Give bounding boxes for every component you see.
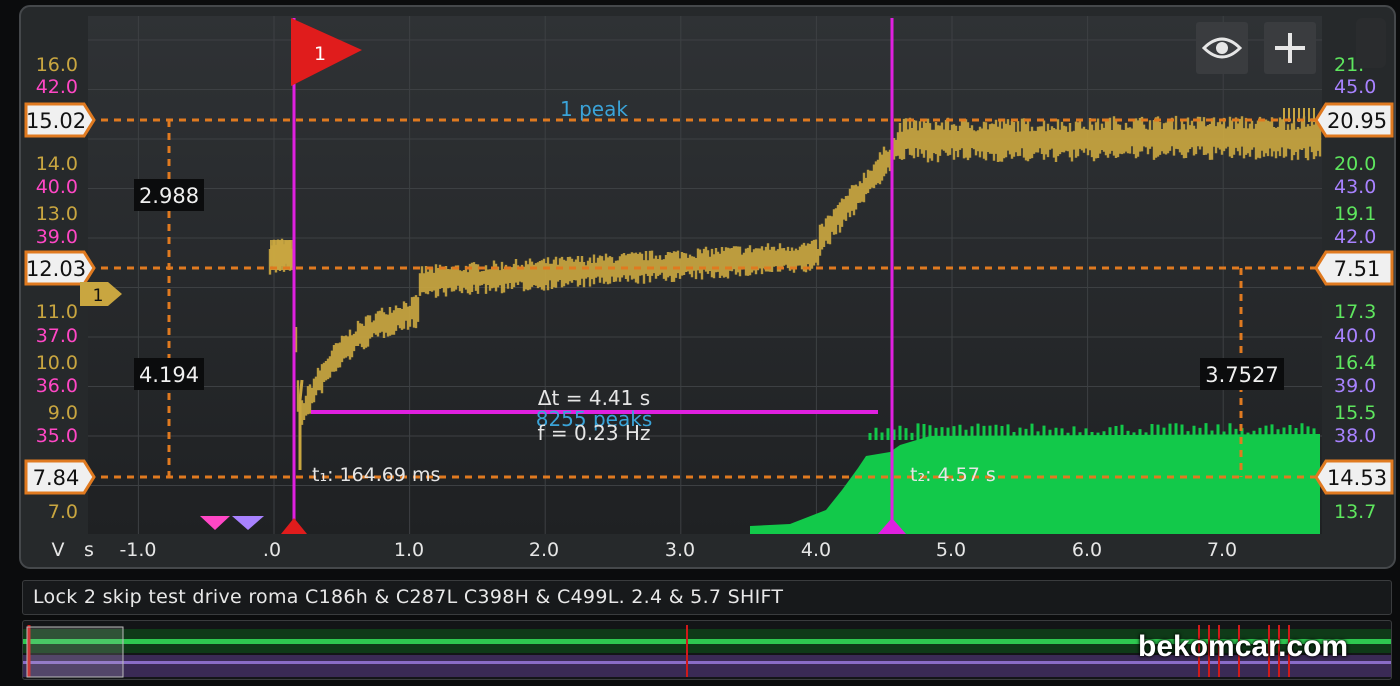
right-axis-tick: 38.0 bbox=[1334, 425, 1376, 447]
overview-viewport[interactable] bbox=[26, 626, 124, 678]
marker-left-bot: 7.84 bbox=[24, 459, 96, 495]
right-axis-tick: 17.3 bbox=[1334, 301, 1376, 323]
right-axis-tick: 13.7 bbox=[1334, 501, 1376, 523]
left-axis-tick: 7.0 bbox=[48, 501, 78, 523]
view-button[interactable] bbox=[1196, 22, 1248, 74]
x-axis-tick: 1.0 bbox=[394, 539, 424, 561]
recording-title: Lock 2 skip test drive roma C186h & C287… bbox=[33, 586, 784, 608]
right-axis-tick: 19.1 bbox=[1334, 203, 1376, 225]
right-axis-tick: 45.0 bbox=[1334, 76, 1376, 98]
waveform-plot[interactable]: 15.02 20.95 12.03 7.51 7.84 14.53 2.988 4.194 3.… bbox=[0, 0, 1400, 580]
x-axis-tick: 5.0 bbox=[936, 539, 966, 561]
x-axis-tick: 7.0 bbox=[1207, 539, 1237, 561]
x-unit-s: s bbox=[84, 539, 94, 561]
drawer-handle[interactable] bbox=[1356, 18, 1386, 68]
x-axis-tick: 3.0 bbox=[665, 539, 695, 561]
eye-icon bbox=[1202, 37, 1242, 59]
x-axis-tick: 6.0 bbox=[1072, 539, 1102, 561]
marker-value-left: 12.03 bbox=[26, 257, 86, 281]
left-axis-tick: 16.0 bbox=[36, 54, 78, 76]
t1-label: t₁: 164.69 ms bbox=[312, 464, 440, 486]
left-axis-tick: 10.0 bbox=[36, 352, 78, 374]
delta-right-value: 3.7527 bbox=[1205, 363, 1278, 387]
right-axis-tick: 43.0 bbox=[1334, 176, 1376, 198]
right-axis-tick: 16.4 bbox=[1334, 352, 1376, 374]
marker-value-right: 14.53 bbox=[1327, 466, 1387, 490]
plus-icon bbox=[1275, 33, 1305, 63]
marker-right-top: 20.95 bbox=[1314, 102, 1394, 138]
marker-left-mid: 12.03 bbox=[24, 250, 96, 286]
left-axis-tick: 9.0 bbox=[48, 402, 78, 424]
left-axis-tick: 40.0 bbox=[36, 176, 78, 198]
right-axis-tick: 40.0 bbox=[1334, 325, 1376, 347]
right-axis-tick: 20.0 bbox=[1334, 153, 1376, 175]
left-axis-tick: 39.0 bbox=[36, 226, 78, 248]
recording-title-bar: Lock 2 skip test drive roma C186h & C287… bbox=[22, 580, 1392, 615]
peak-label: 1 peak bbox=[560, 97, 628, 121]
t2-label: t₂: 4.57 s bbox=[910, 464, 996, 486]
scope-screen: 15.02 20.95 12.03 7.51 7.84 14.53 2.988 4.194 3.… bbox=[0, 0, 1400, 686]
trigger-flag-label: 1 bbox=[314, 43, 326, 65]
watermark-text: bekomcar.com bbox=[1138, 630, 1349, 663]
left-axis-tick: 42.0 bbox=[36, 76, 78, 98]
left-axis-tick: 14.0 bbox=[36, 153, 78, 175]
x-unit-left: V bbox=[52, 539, 65, 561]
marker-value-right: 7.51 bbox=[1334, 257, 1381, 281]
marker-value-left: 15.02 bbox=[26, 109, 86, 133]
add-button[interactable] bbox=[1264, 22, 1316, 74]
trace-channel-a-start bbox=[270, 240, 294, 270]
x-axis-tick: 4.0 bbox=[801, 539, 831, 561]
left-axis-tick: 37.0 bbox=[36, 325, 78, 347]
x-axis-tick: -1.0 bbox=[119, 539, 156, 561]
marker-value-left: 7.84 bbox=[33, 466, 80, 490]
right-axis-tick: 42.0 bbox=[1334, 226, 1376, 248]
left-axis-tick: 13.0 bbox=[36, 203, 78, 225]
marker-right-bot: 14.53 bbox=[1314, 459, 1394, 495]
right-axis-tick: 39.0 bbox=[1334, 375, 1376, 397]
right-axis-tick: 15.5 bbox=[1334, 402, 1376, 424]
marker-right-mid: 7.51 bbox=[1314, 250, 1394, 286]
marker-left-top: 15.02 bbox=[24, 102, 96, 138]
left-axis-tick: 36.0 bbox=[36, 375, 78, 397]
marker-value-right: 20.95 bbox=[1327, 109, 1387, 133]
delta-bottom-value: 4.194 bbox=[139, 363, 199, 387]
x-axis-tick: .0 bbox=[263, 539, 281, 561]
left-axis-tick: 11.0 bbox=[36, 301, 78, 323]
x-axis-tick: 2.0 bbox=[529, 539, 559, 561]
freq-label: f = 0.23 Hz bbox=[538, 421, 651, 445]
delta-top-value: 2.988 bbox=[139, 184, 199, 208]
left-axis-tick: 35.0 bbox=[36, 425, 78, 447]
channel-badge: 1 bbox=[93, 286, 104, 306]
